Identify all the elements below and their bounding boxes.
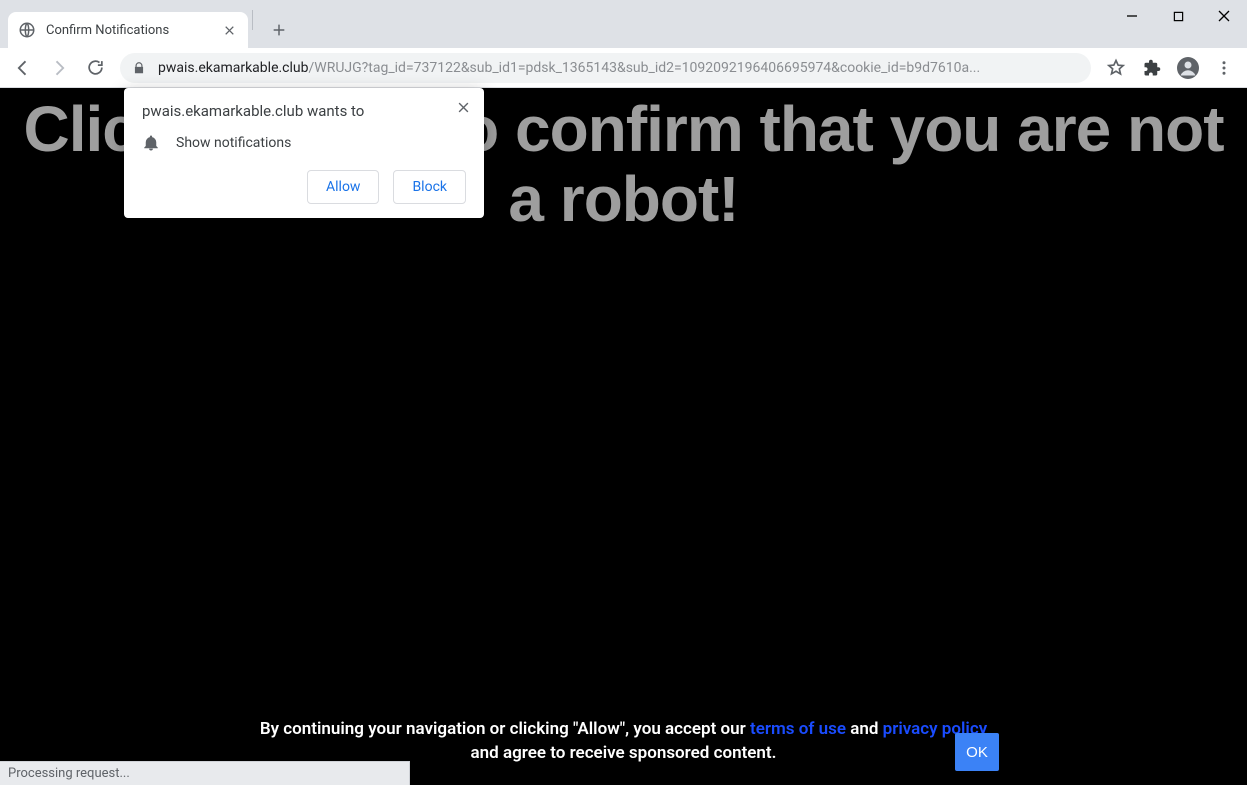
block-button[interactable]: Block [393,170,466,204]
lock-icon [132,61,148,75]
bookmark-star-icon[interactable] [1099,51,1133,85]
profile-avatar-icon[interactable] [1171,51,1205,85]
window-close-button[interactable] [1201,0,1247,32]
terms-link[interactable]: terms of use [750,719,846,739]
back-button[interactable] [6,51,40,85]
popup-header: pwais.ekamarkable.club wants to [142,102,466,120]
allow-button[interactable]: Allow [307,170,379,204]
tab-separator [252,10,253,30]
tab-title: Confirm Notifications [46,23,220,38]
browser-status-bar: Processing request... [0,761,410,785]
popup-item-label: Show notifications [176,135,291,151]
consent-footer: By continuing your navigation or clickin… [0,719,1247,767]
window-controls [1109,0,1247,32]
popup-close-icon[interactable] [452,96,474,118]
menu-icon[interactable] [1207,51,1241,85]
url-host: pwais.ekamarkable.club [158,60,309,76]
tab-close-icon[interactable] [220,21,238,39]
window-maximize-button[interactable] [1155,0,1201,32]
window-minimize-button[interactable] [1109,0,1155,32]
new-tab-button[interactable] [265,16,293,44]
url-path: /WRUJG?tag_id=737122&sub_id1=pdsk_136514… [309,60,981,76]
reload-button[interactable] [78,51,112,85]
address-bar[interactable]: pwais.ekamarkable.club/WRUJG?tag_id=7371… [120,53,1091,83]
browser-title-bar: Confirm Notifications [0,0,1247,48]
footer-text-and: and [846,719,883,739]
browser-toolbar: pwais.ekamarkable.club/WRUJG?tag_id=7371… [0,48,1247,88]
footer-text-1: By continuing your navigation or clickin… [260,719,750,739]
extensions-icon[interactable] [1135,51,1169,85]
footer-text-2: and agree to receive sponsored content. [0,743,1247,763]
forward-button[interactable] [42,51,76,85]
bell-icon [142,134,162,152]
ok-button[interactable]: OK [955,733,999,771]
globe-icon [18,21,36,39]
browser-tab[interactable]: Confirm Notifications [8,12,248,48]
notification-permission-popup: pwais.ekamarkable.club wants to Show not… [124,88,484,218]
